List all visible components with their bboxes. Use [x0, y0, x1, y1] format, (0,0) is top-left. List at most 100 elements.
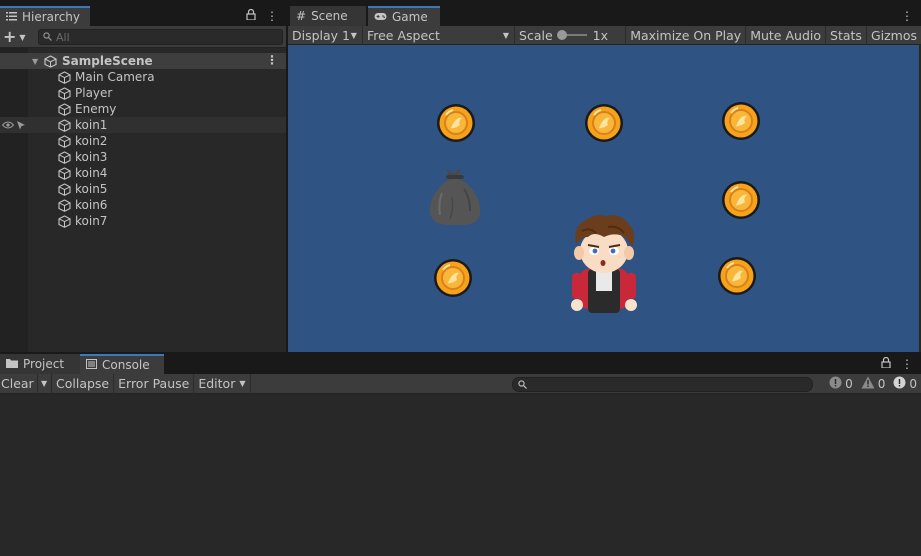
maximize-on-play-toggle[interactable]: Maximize On Play: [626, 25, 747, 45]
game-object-icon: [58, 102, 75, 116]
stats-toggle[interactable]: Stats: [826, 25, 867, 45]
hierarchy-item[interactable]: koin3: [0, 149, 286, 165]
tab-hierarchy[interactable]: Hierarchy: [0, 6, 90, 26]
unity-scene-icon: [44, 54, 57, 68]
clear-options-dropdown[interactable]: ▼: [38, 373, 52, 394]
hash-icon: #: [296, 9, 307, 23]
kebab-menu-icon[interactable]: ⋮: [266, 53, 278, 67]
collapse-toggle[interactable]: Collapse: [52, 373, 115, 394]
console-tabbar: Project Console ⋮: [0, 354, 921, 374]
console-search[interactable]: [512, 377, 813, 392]
editor-label: Editor: [198, 376, 236, 391]
coin-sprite: [721, 180, 761, 220]
tab-scene[interactable]: # Scene: [290, 6, 366, 26]
game-tab-icons: ⋮: [901, 6, 913, 26]
game-toolbar: Display 1 ▼ Free Aspect ▼ Scale 1x Maxim…: [288, 25, 921, 45]
error-icon: [893, 376, 906, 392]
chevron-down-icon: ▼: [41, 379, 48, 388]
display-dropdown[interactable]: Display 1 ▼: [288, 25, 363, 45]
kebab-menu-icon[interactable]: ⋮: [901, 357, 913, 371]
hierarchy-item[interactable]: Player: [0, 85, 286, 101]
console-toolbar: Clear ▼ Collapse Error Pause Editor ▼ 0: [0, 373, 921, 394]
tab-game[interactable]: Game: [368, 6, 440, 26]
chevron-down-icon: ▼: [502, 30, 510, 40]
player-character: [571, 215, 637, 313]
clear-label: Clear: [1, 376, 34, 391]
hierarchy-item-label: Player: [75, 86, 113, 100]
tab-label: Hierarchy: [22, 10, 81, 24]
tab-project[interactable]: Project: [0, 354, 80, 374]
hierarchy-item-label: Main Camera: [75, 70, 155, 84]
scale-value: 1x: [592, 27, 609, 43]
tab-label: Console: [102, 358, 150, 372]
tab-label: Scene: [311, 9, 348, 23]
hierarchy-item[interactable]: koin4: [0, 165, 286, 181]
game-object-icon: [58, 198, 75, 212]
scale-control[interactable]: Scale 1x: [515, 25, 627, 45]
folder-icon: [6, 357, 18, 371]
tab-label: Game: [392, 10, 428, 24]
hierarchy-item-label: koin5: [75, 182, 108, 196]
kebab-menu-icon[interactable]: ⋮: [901, 9, 913, 23]
console-icon: [86, 358, 97, 372]
game-object-icon: [58, 86, 75, 100]
search-icon: [43, 30, 52, 44]
maximize-label: Maximize On Play: [630, 27, 742, 43]
warning-count-toggle[interactable]: 0: [861, 376, 886, 392]
hierarchy-item[interactable]: Enemy: [0, 101, 286, 117]
add-object-button[interactable]: + ▼: [3, 28, 33, 46]
coin-sprite: [436, 103, 476, 143]
lock-icon[interactable]: [246, 8, 256, 23]
hierarchy-item[interactable]: koin2: [0, 133, 286, 149]
game-object-icon: [58, 182, 75, 196]
game-viewport[interactable]: [288, 45, 919, 352]
error-count: 0: [909, 377, 917, 391]
scene-name: SampleScene: [62, 54, 153, 68]
kebab-menu-icon[interactable]: ⋮: [266, 9, 278, 23]
tab-console[interactable]: Console: [80, 354, 164, 374]
visibility-toggle[interactable]: [0, 117, 28, 133]
console-log-area[interactable]: [0, 394, 921, 556]
chevron-down-icon: ▼: [239, 379, 246, 388]
hierarchy-item[interactable]: koin6: [0, 197, 286, 213]
console-tab-icons: ⋮: [881, 354, 913, 374]
hierarchy-item-label: koin7: [75, 214, 108, 228]
console-panel: Project Console ⋮ Clear ▼ Collapse Error…: [0, 354, 921, 556]
editor-dropdown[interactable]: Editor ▼: [194, 373, 251, 394]
hierarchy-tab-icons: ⋮: [246, 6, 278, 26]
hierarchy-item-label: koin1: [75, 118, 108, 132]
hierarchy-item[interactable]: koin5: [0, 181, 286, 197]
hierarchy-item[interactable]: koin7: [0, 213, 286, 229]
hierarchy-item-label: Enemy: [75, 102, 117, 116]
game-object-icon: [58, 134, 75, 148]
scale-label: Scale: [519, 27, 553, 43]
mute-audio-toggle[interactable]: Mute Audio: [746, 25, 827, 45]
eye-icon: [2, 121, 14, 129]
lock-icon[interactable]: [881, 356, 891, 371]
console-search-input[interactable]: [527, 378, 812, 391]
hierarchy-item-label: koin4: [75, 166, 108, 180]
aspect-dropdown[interactable]: Free Aspect ▼: [363, 25, 516, 45]
hierarchy-item-label: koin2: [75, 134, 108, 148]
hierarchy-search[interactable]: [38, 29, 283, 45]
clear-button[interactable]: Clear: [0, 373, 38, 394]
hierarchy-item[interactable]: Main Camera: [0, 69, 286, 85]
warning-count: 0: [877, 377, 886, 391]
scene-row[interactable]: ▼ SampleScene ⋮: [0, 53, 286, 69]
search-input[interactable]: [56, 30, 282, 44]
coin-sprite: [721, 101, 761, 141]
gizmos-toggle[interactable]: Gizmos: [867, 26, 921, 45]
error-count-toggle[interactable]: 0: [893, 376, 917, 392]
tab-label: Project: [23, 357, 65, 371]
hierarchy-item[interactable]: koin1: [0, 117, 286, 133]
hierarchy-item-label: koin6: [75, 198, 108, 212]
expand-caret-icon[interactable]: ▼: [32, 57, 38, 66]
scale-slider[interactable]: [556, 30, 587, 40]
search-icon: [518, 378, 527, 392]
slider-knob[interactable]: [556, 30, 567, 40]
error-pause-toggle[interactable]: Error Pause: [114, 373, 195, 394]
info-count-toggle[interactable]: 0: [829, 376, 853, 392]
hierarchy-panel: Hierarchy ⋮ + ▼ ▼ SampleScene: [0, 6, 286, 352]
hierarchy-item-label: koin3: [75, 150, 108, 164]
plus-icon: +: [3, 27, 17, 46]
